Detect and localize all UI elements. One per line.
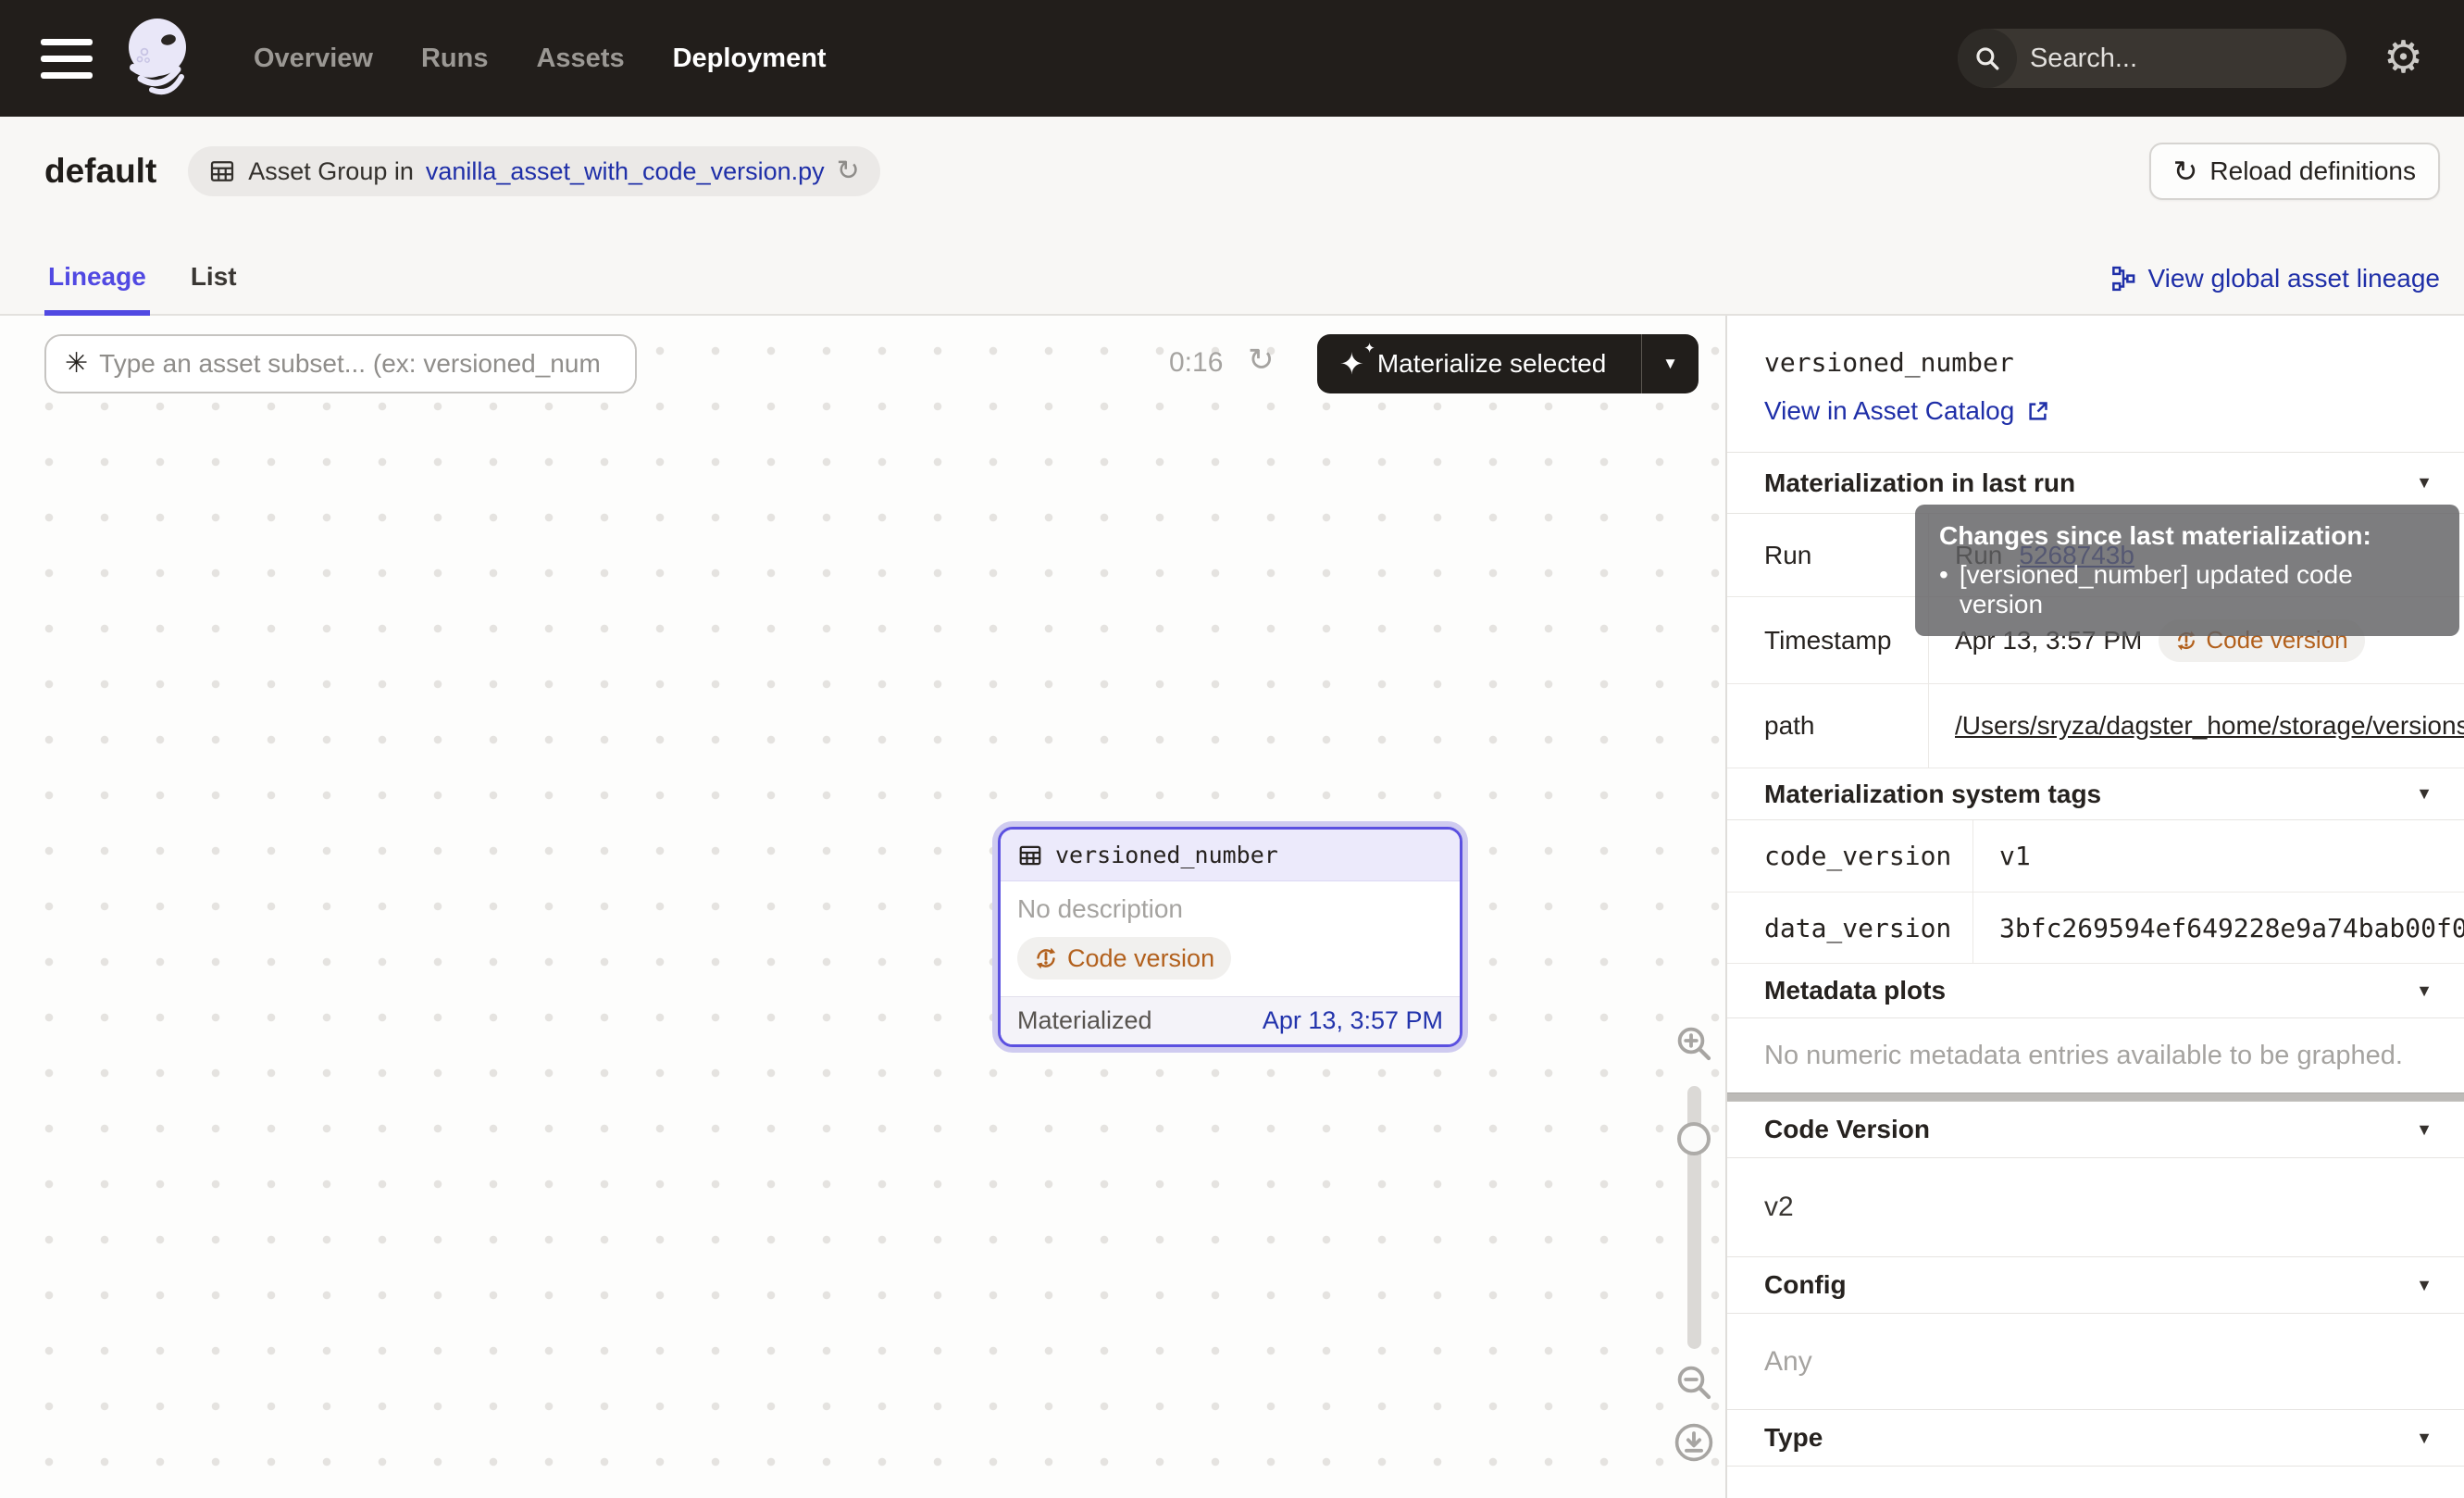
table-row-data-version: data_version 3bfc269594ef649228e9a74bab0… <box>1727 893 2464 964</box>
dagster-logo[interactable] <box>117 12 202 105</box>
asset-node-name: versioned_number <box>1055 842 1278 868</box>
search-box[interactable]: / <box>1958 29 2346 88</box>
nav-link-deployment[interactable]: Deployment <box>673 44 827 74</box>
reload-definitions-button[interactable]: ↻ Reload definitions <box>2149 143 2440 200</box>
chevron-down-icon: ▼ <box>2416 1276 2433 1295</box>
reload-icon: ↻ <box>2173 156 2198 186</box>
row-key: path <box>1727 684 1929 768</box>
chevron-down-icon: ▼ <box>2416 473 2433 493</box>
tooltip-bullet: • <box>1939 560 1948 619</box>
nav-link-runs[interactable]: Runs <box>421 44 489 74</box>
refresh-icon[interactable]: ↻ <box>1248 342 1275 379</box>
tab-bar: Lineage List View global asset lineage <box>44 262 2440 316</box>
chevron-down-icon: ▼ <box>2416 1120 2433 1140</box>
asset-sidebar-panel: versioned_number View in Asset Catalog M… <box>1725 316 2464 1498</box>
page-header: default Asset Group in vanilla_asset_wit… <box>0 117 2464 316</box>
asset-group-prefix: Asset Group in <box>248 157 414 186</box>
asset-group-file-link[interactable]: vanilla_asset_with_code_version.py <box>426 157 825 186</box>
nav-links: Overview Runs Assets Deployment <box>254 44 827 74</box>
section-metadata-plots[interactable]: Metadata plots ▼ <box>1727 964 2464 1018</box>
tooltip-title: Changes since last materialization: <box>1939 521 2435 551</box>
table-icon <box>208 157 236 185</box>
zoom-controls <box>1670 1021 1718 1464</box>
zoom-slider-thumb[interactable] <box>1677 1122 1711 1155</box>
zoom-out-icon[interactable] <box>1672 1360 1716 1404</box>
top-nav: Overview Runs Assets Deployment / ⚙ <box>0 0 2464 117</box>
config-value: Any <box>1727 1314 2464 1410</box>
code-version-value: v1 <box>1973 841 2464 871</box>
external-link-icon <box>2025 399 2050 424</box>
section-materialization-system-tags[interactable]: Materialization system tags ▼ <box>1727 768 2464 820</box>
code-version-tag[interactable]: Code version <box>1017 937 1231 980</box>
section-type[interactable]: Type ▼ <box>1727 1410 2464 1467</box>
data-version-value: 3bfc269594ef649228e9a74bab00f04 <box>1973 913 2464 943</box>
materialize-selected-button[interactable]: ✦✦ Materialize selected ▼ <box>1317 334 1699 393</box>
path-value-link[interactable]: /Users/sryza/dagster_home/storage/versio… <box>1955 711 2464 741</box>
nav-link-overview[interactable]: Overview <box>254 44 373 74</box>
sparkle-icon: ✦✦ <box>1339 349 1364 379</box>
materialized-status-label: Materialized <box>1017 1006 1152 1035</box>
refresh-timer: 0:16 <box>1169 347 1223 379</box>
asset-node-description: No description <box>1017 894 1443 924</box>
lineage-graph-canvas[interactable]: ✳ 0:16 ↻ ✦✦ Materialize selected ▼ <box>0 316 1725 1498</box>
chevron-down-icon: ▼ <box>2416 1429 2433 1448</box>
view-in-asset-catalog-link[interactable]: View in Asset Catalog <box>1764 396 2464 426</box>
gear-icon[interactable]: ⚙ <box>2383 36 2423 81</box>
zoom-slider-track[interactable] <box>1687 1086 1701 1349</box>
tooltip-item-text: [versioned_number] updated code version <box>1960 560 2435 619</box>
row-key: data_version <box>1727 893 1973 963</box>
panel-asset-title: versioned_number <box>1764 347 2464 378</box>
chevron-down-icon: ▼ <box>2416 981 2433 1001</box>
asset-node-header: versioned_number <box>1001 830 1460 881</box>
asset-node-footer: Materialized Apr 13, 3:57 PM <box>1001 996 1460 1044</box>
zoom-in-icon[interactable] <box>1672 1021 1716 1066</box>
page-title: default <box>44 152 156 191</box>
nav-link-assets[interactable]: Assets <box>536 44 624 74</box>
row-key: Timestamp <box>1727 597 1929 683</box>
panel-splitter-handle[interactable] <box>1727 1092 2464 1102</box>
table-row-code-version: code_version v1 <box>1727 820 2464 893</box>
table-icon <box>1017 843 1043 868</box>
changes-tooltip: Changes since last materialization: • [v… <box>1915 505 2459 636</box>
search-icon <box>1958 29 2017 88</box>
section-config[interactable]: Config ▼ <box>1727 1257 2464 1314</box>
tab-lineage[interactable]: Lineage <box>44 262 150 316</box>
chevron-down-icon: ▼ <box>2416 784 2433 804</box>
view-global-asset-lineage-link[interactable]: View global asset lineage <box>2109 264 2440 316</box>
row-key: code_version <box>1727 820 1973 892</box>
asset-subset-input-box[interactable]: ✳ <box>44 334 637 393</box>
section-code-version[interactable]: Code Version ▼ <box>1727 1102 2464 1158</box>
table-row-path: path /Users/sryza/dagster_home/storage/v… <box>1727 684 2464 768</box>
search-input[interactable] <box>2017 44 2346 74</box>
refresh-icon[interactable]: ↻ <box>837 157 860 185</box>
asset-node-versioned-number[interactable]: versioned_number No description Code ver… <box>998 827 1462 1047</box>
materialize-dropdown-caret[interactable]: ▼ <box>1641 334 1699 393</box>
row-key: Run <box>1727 514 1929 596</box>
menu-icon[interactable] <box>41 39 93 79</box>
asset-selector-icon: ✳ <box>65 350 88 378</box>
metadata-plots-empty-message: No numeric metadata entries available to… <box>1727 1018 2464 1092</box>
lineage-graph-icon <box>2109 265 2137 293</box>
materialized-time-link[interactable]: Apr 13, 3:57 PM <box>1263 1006 1443 1035</box>
code-version-definition-value: v2 <box>1727 1158 2464 1257</box>
download-view-icon[interactable] <box>1673 1421 1715 1464</box>
asset-group-pill: Asset Group in vanilla_asset_with_code_v… <box>188 146 880 196</box>
code-version-changed-icon <box>1034 946 1058 970</box>
asset-subset-input[interactable] <box>99 349 635 379</box>
tab-list[interactable]: List <box>187 262 241 316</box>
